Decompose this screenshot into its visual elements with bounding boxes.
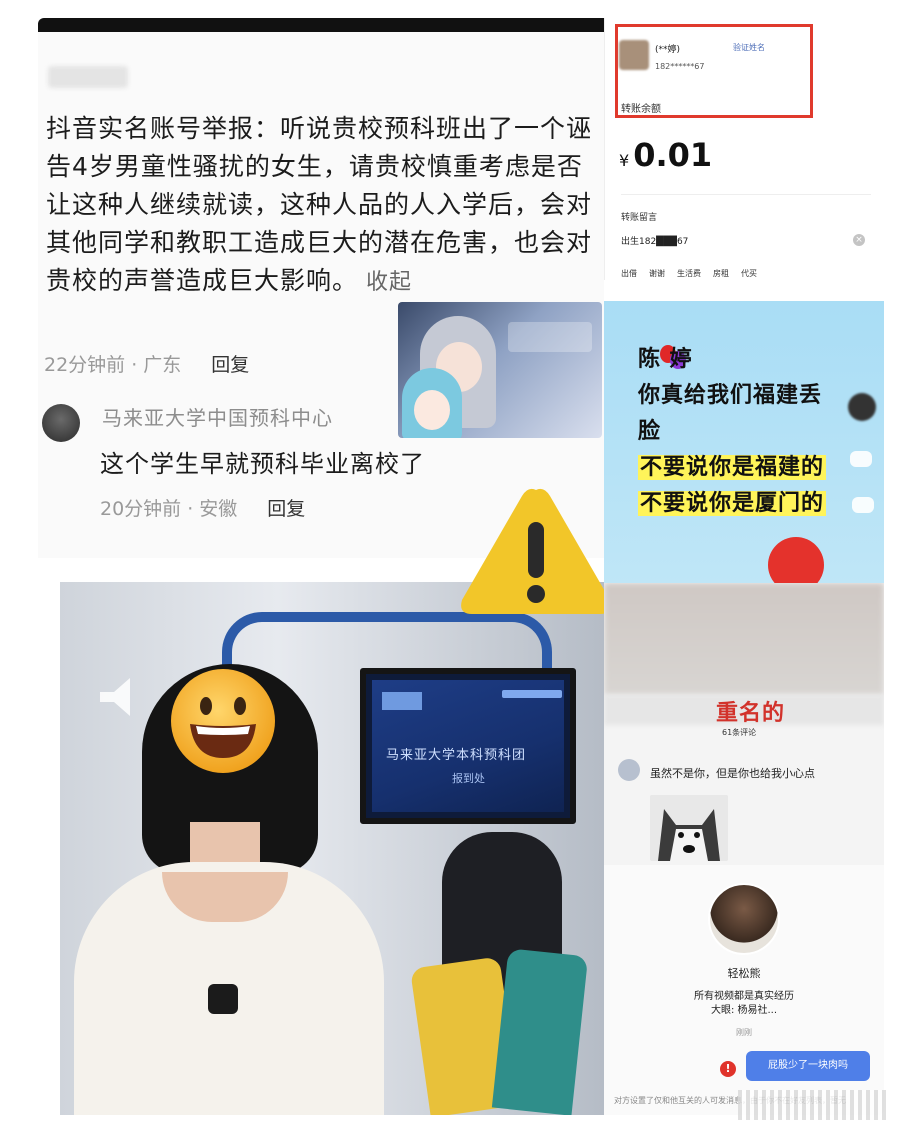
avatar[interactable]	[42, 404, 80, 442]
quick-tags: 出借 谢谢 生活费 房租 代买	[621, 268, 757, 279]
clear-icon[interactable]: ×	[853, 234, 865, 246]
dupe-title: 重名的	[716, 701, 786, 726]
tag-buy[interactable]: 代买	[741, 268, 757, 279]
comment-count: 61条评论	[722, 728, 757, 737]
sent-message[interactable]: 屁股少了一块肉吗	[746, 1051, 870, 1081]
message-field[interactable]: 出生182███67	[621, 234, 688, 247]
payee-name: (**婷)	[655, 45, 681, 55]
profile-bio: 所有视频都是真实经历	[694, 991, 794, 1002]
reply-text: 这个学生早就预科毕业离校了	[100, 450, 425, 478]
tag-lend[interactable]: 出借	[621, 268, 637, 279]
send-failed-icon[interactable]: !	[720, 1061, 736, 1077]
lapel-mic	[208, 984, 238, 1014]
chat-profile: 轻松熊 所有视频都是真实经历 大眼: 杨易社... 刚刚 ! 屁股少了一块肉吗 …	[604, 865, 884, 1115]
avatar[interactable]	[708, 883, 780, 955]
tag-rent[interactable]: 房租	[713, 268, 729, 279]
angry-face-icon	[768, 537, 824, 583]
duplicate-name-comments: 重名的 61条评论 虽然不是你，但是你也给我小心点	[604, 583, 884, 865]
balance-label: 转账余额	[621, 104, 661, 115]
shame-line-3: 脸	[638, 419, 662, 444]
tv-text-title: 马来亚大学本科预科团	[386, 748, 527, 763]
comment-text: 虽然不是你，但是你也给我小心点	[650, 767, 815, 780]
verify-name-link[interactable]: 验证姓名	[733, 42, 765, 53]
shame-line-1: 陈 婷	[638, 347, 693, 372]
collapse-link[interactable]: 收起	[366, 270, 412, 295]
report-comment-text: 抖音实名账号举报：听说贵校预科班出了一个诬告4岁男童性骚扰的女生，请贵校慎重考虑…	[46, 114, 593, 295]
avatar[interactable]	[618, 759, 640, 781]
reply-author-name[interactable]: 马来亚大学中国预科中心	[102, 402, 333, 431]
tag-thanks[interactable]: 谢谢	[649, 268, 665, 279]
watermark	[738, 1090, 886, 1120]
warning-icon	[461, 488, 611, 614]
shame-card: 陈 婷 你真给我们福建丢 脸 不要说你是福建的 不要说你是厦门的	[604, 301, 884, 583]
top-bar	[38, 18, 604, 32]
blurred-username	[48, 66, 128, 88]
profile-bio-2: 大眼: 杨易社...	[710, 1005, 778, 1016]
student-photo: 马来亚大学本科预科团 报到处	[60, 582, 604, 1115]
amount-number: 0.01	[633, 136, 713, 174]
pixelated-avatar	[848, 393, 876, 421]
reply-button-2[interactable]: 回复	[267, 498, 305, 520]
amount-value[interactable]: ¥0.01	[619, 136, 712, 174]
shame-line-4: 不要说你是福建的	[638, 455, 827, 480]
comment-time-location: 22分钟前 · 广东	[44, 354, 182, 376]
currency-symbol: ¥	[619, 151, 630, 170]
message-label: 转账留言	[621, 213, 658, 223]
shame-line-5: 不要说你是厦门的	[638, 491, 827, 516]
timestamp: 刚刚	[736, 1028, 752, 1037]
profile-name: 轻松熊	[727, 967, 761, 980]
reply-meta: 20分钟前 · 安徽 回复	[100, 494, 305, 521]
tag-living[interactable]: 生活费	[677, 268, 701, 279]
smiley-emoji-icon	[171, 669, 275, 773]
tv-screen: 马来亚大学本科预科团 报到处	[360, 668, 576, 824]
transfer-screenshot: (**婷) 验证姓名 182******67 转账余额 ¥0.01 转账留言 出…	[604, 18, 884, 280]
anime-sticker	[398, 302, 602, 438]
comment-meta: 22分钟前 · 广东 回复	[44, 350, 249, 377]
husky-meme-icon	[650, 795, 728, 861]
collage: 抖音实名账号举报：听说贵校预科班出了一个诬告4岁男童性骚扰的女生，请贵校慎重考虑…	[38, 18, 884, 1115]
payee-phone: 182******67	[655, 62, 705, 71]
avatar	[619, 40, 649, 70]
tv-text-sub: 报到处	[452, 772, 485, 785]
shame-line-2: 你真给我们福建丢	[638, 383, 823, 408]
reply-time-location: 20分钟前 · 安徽	[100, 498, 238, 520]
comment-screenshot: 抖音实名账号举报：听说贵校预科班出了一个诬告4岁男童性骚扰的女生，请贵校慎重考虑…	[38, 18, 604, 558]
teal-chair	[491, 948, 589, 1115]
report-comment: 抖音实名账号举报：听说贵校预科班出了一个诬告4岁男童性骚扰的女生，请贵校慎重考虑…	[46, 110, 604, 302]
reply-button[interactable]: 回复	[211, 354, 249, 376]
